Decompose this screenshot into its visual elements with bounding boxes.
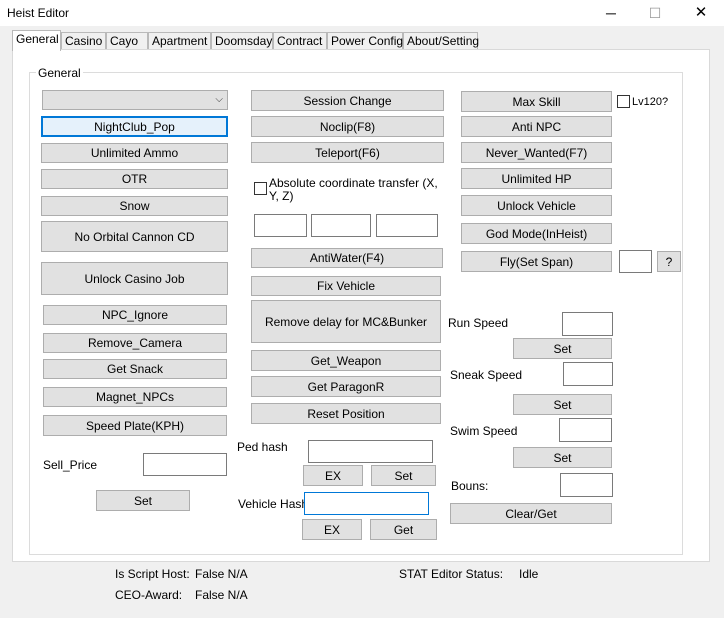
ped-hash-label: Ped hash bbox=[237, 440, 288, 454]
god-mode-button[interactable]: God Mode(InHeist) bbox=[461, 223, 612, 244]
get-snack-button[interactable]: Get Snack bbox=[43, 359, 227, 379]
ceo-award-value: False N/A bbox=[195, 588, 248, 602]
ped-ex-button[interactable]: EX bbox=[303, 465, 363, 486]
sneak-speed-field[interactable] bbox=[563, 362, 613, 386]
absolute-coordinate-checkbox[interactable] bbox=[254, 182, 267, 195]
script-host-value: False N/A bbox=[195, 567, 248, 581]
window-title: Heist Editor bbox=[7, 6, 70, 20]
fly-span-field[interactable] bbox=[619, 250, 652, 273]
run-speed-set-button[interactable]: Set bbox=[513, 338, 612, 359]
vehicle-hash-label: Vehicle Hash bbox=[238, 497, 309, 511]
bouns-field[interactable] bbox=[560, 473, 613, 497]
unlimited-hp-button[interactable]: Unlimited HP bbox=[461, 168, 612, 189]
close-icon[interactable]: ✕ bbox=[691, 4, 711, 22]
coord-x-field[interactable] bbox=[254, 214, 307, 237]
vehicle-get-button[interactable]: Get bbox=[370, 519, 437, 540]
tab-doomsday[interactable]: Doomsday bbox=[211, 32, 273, 49]
get-weapon-button[interactable]: Get_Weapon bbox=[251, 350, 441, 371]
npc-ignore-button[interactable]: NPC_Ignore bbox=[43, 305, 227, 325]
anti-npc-button[interactable]: Anti NPC bbox=[461, 116, 612, 137]
sneak-speed-set-button[interactable]: Set bbox=[513, 394, 612, 415]
teleport-button[interactable]: Teleport(F6) bbox=[251, 142, 444, 163]
tab-power-config[interactable]: Power Config bbox=[327, 32, 403, 49]
remove-delay-button[interactable]: Remove delay for MC&Bunker bbox=[251, 300, 441, 343]
fix-vehicle-button[interactable]: Fix Vehicle bbox=[251, 276, 441, 296]
unlimited-ammo-button[interactable]: Unlimited Ammo bbox=[41, 143, 228, 163]
vehicle-ex-button[interactable]: EX bbox=[302, 519, 362, 540]
max-skill-button[interactable]: Max Skill bbox=[461, 91, 612, 112]
reset-position-button[interactable]: Reset Position bbox=[251, 403, 441, 424]
sell-price-label: Sell_Price bbox=[43, 458, 98, 472]
tab-general[interactable]: General bbox=[12, 30, 61, 51]
script-host-label: Is Script Host: bbox=[115, 567, 190, 581]
lv120-checkbox[interactable] bbox=[617, 95, 630, 108]
tab-casino[interactable]: Casino bbox=[61, 32, 106, 49]
bouns-label: Bouns: bbox=[451, 479, 489, 493]
coord-y-field[interactable] bbox=[311, 214, 371, 237]
tab-cayo[interactable]: Cayo bbox=[106, 32, 148, 49]
sell-price-set-button[interactable]: Set bbox=[96, 490, 190, 511]
clear-get-button[interactable]: Clear/Get bbox=[450, 503, 612, 524]
swim-speed-label: Swim Speed bbox=[450, 424, 518, 438]
run-speed-label: Run Speed bbox=[448, 316, 509, 330]
run-speed-field[interactable] bbox=[562, 312, 613, 336]
tab-contract[interactable]: Contract bbox=[273, 32, 327, 49]
group-label: General bbox=[36, 66, 83, 80]
snow-button[interactable]: Snow bbox=[41, 196, 228, 216]
swim-speed-field[interactable] bbox=[559, 418, 612, 442]
remove-camera-button[interactable]: Remove_Camera bbox=[43, 333, 227, 353]
no-orbital-cannon-cd-button[interactable]: No Orbital Cannon CD bbox=[41, 221, 228, 252]
magnet-npcs-button[interactable]: Magnet_NPCs bbox=[43, 387, 227, 407]
speed-plate-button[interactable]: Speed Plate(KPH) bbox=[43, 415, 227, 436]
stat-editor-status-label: STAT Editor Status: bbox=[399, 567, 504, 581]
coord-z-field[interactable] bbox=[376, 214, 438, 237]
ped-hash-field[interactable] bbox=[308, 440, 433, 463]
ceo-award-label: CEO-Award: bbox=[115, 588, 183, 602]
antiwater-button[interactable]: AntiWater(F4) bbox=[251, 248, 443, 268]
chevron-down-icon: ⌵ bbox=[215, 94, 223, 105]
unlock-casino-job-button[interactable]: Unlock Casino Job bbox=[41, 262, 228, 295]
sneak-speed-label: Sneak Speed bbox=[450, 368, 523, 382]
vehicle-hash-field[interactable] bbox=[304, 492, 429, 515]
tab-apartment[interactable]: Apartment bbox=[148, 32, 211, 49]
tab-about-setting[interactable]: About/Setting bbox=[403, 32, 479, 49]
unlock-vehicle-button[interactable]: Unlock Vehicle bbox=[461, 195, 612, 216]
sell-price-field[interactable] bbox=[143, 453, 227, 476]
get-paragonr-button[interactable]: Get ParagonR bbox=[251, 376, 441, 397]
otr-button[interactable]: OTR bbox=[41, 169, 228, 189]
stat-editor-status-value: Idle bbox=[519, 567, 539, 581]
swim-speed-set-button[interactable]: Set bbox=[513, 447, 612, 468]
noclip-button[interactable]: Noclip(F8) bbox=[251, 116, 444, 137]
ped-set-button[interactable]: Set bbox=[371, 465, 436, 486]
help-button[interactable]: ? bbox=[657, 251, 681, 272]
absolute-coordinate-label: Absolute coordinate transfer (X, Y, Z) bbox=[269, 176, 438, 203]
session-change-button[interactable]: Session Change bbox=[251, 90, 444, 111]
mode-select[interactable]: ⌵ bbox=[42, 90, 228, 110]
nightclub-pop-button[interactable]: NightClub_Pop bbox=[41, 116, 228, 137]
fly-button[interactable]: Fly(Set Span) bbox=[461, 251, 612, 272]
never-wanted-button[interactable]: Never_Wanted(F7) bbox=[461, 142, 612, 163]
lv120-label: Lv120? bbox=[632, 96, 669, 108]
minimize-icon[interactable]: ─ bbox=[601, 4, 621, 22]
maximize-icon[interactable]: ☐ bbox=[645, 4, 665, 22]
